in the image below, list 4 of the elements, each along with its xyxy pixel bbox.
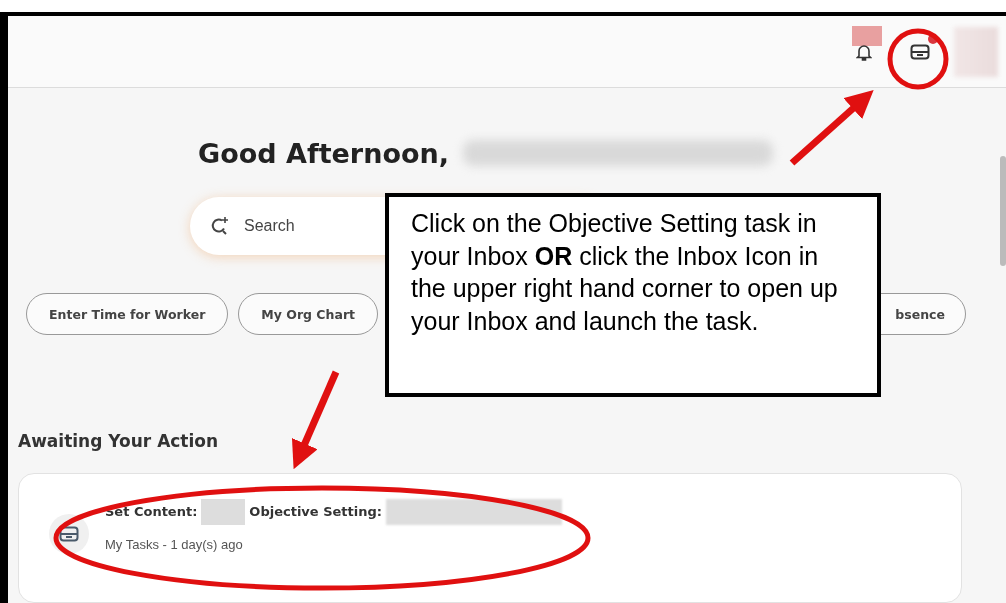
greeting: Good Afternoon, [198,137,449,169]
task-meta: My Tasks - 1 day(s) ago [105,536,244,552]
instruction-tooltip: Click on the Objective Setting task in your Inbox OR click the Inbox Icon in the upper right hand corner to open up your Inbox and launch the task. [385,193,881,397]
section-title: Awaiting Your Action [18,431,220,451]
